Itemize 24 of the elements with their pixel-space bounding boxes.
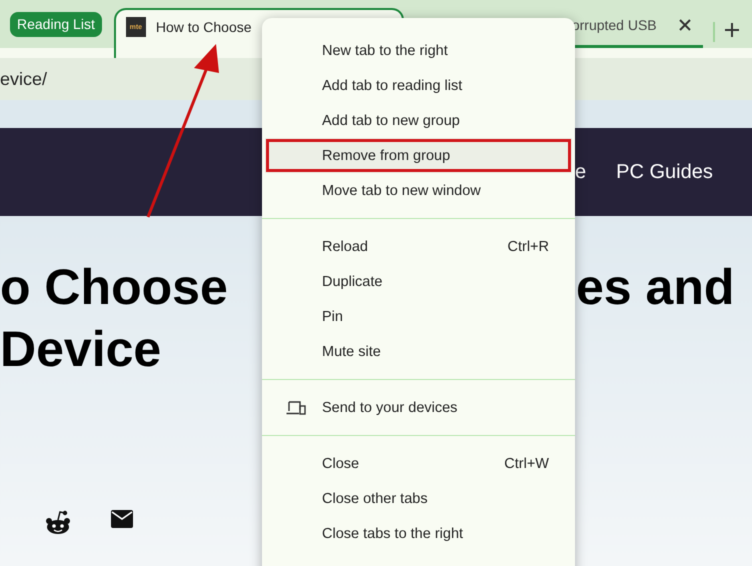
article-title: o Choose [0,258,228,317]
menu-item[interactable]: Reload Ctrl+R [262,229,575,264]
menu-item[interactable]: Add tab to reading list [262,68,575,103]
devices-icon [286,400,306,414]
menu-item[interactable]: Pin [262,299,575,334]
reddit-icon[interactable] [45,510,71,536]
menu-item[interactable]: Close tabs to the right [262,516,575,551]
menu-item[interactable]: Remove from group [265,138,572,173]
address-url[interactable]: evice/ [0,68,48,90]
article-title: Device [0,320,162,379]
menu-item[interactable]: Send to your devices [262,390,575,425]
mail-icon[interactable] [111,510,133,528]
menu-item[interactable]: Mute site [262,334,575,369]
nav-link[interactable]: PC Guides [616,160,713,184]
menu-item[interactable]: Close other tabs [262,481,575,516]
menu-item[interactable]: Add tab to new group [262,103,575,138]
close-icon[interactable] [678,18,691,30]
tab-group-chip[interactable]: Reading List [10,12,102,37]
plus-icon[interactable] [724,23,739,37]
menu-item[interactable]: Close Ctrl+W [262,446,575,481]
article-title: es and [576,258,734,317]
nav-link[interactable]: e [575,160,586,184]
menu-item[interactable]: Move tab to new window [262,173,575,208]
menu-item[interactable]: Duplicate [262,264,575,299]
